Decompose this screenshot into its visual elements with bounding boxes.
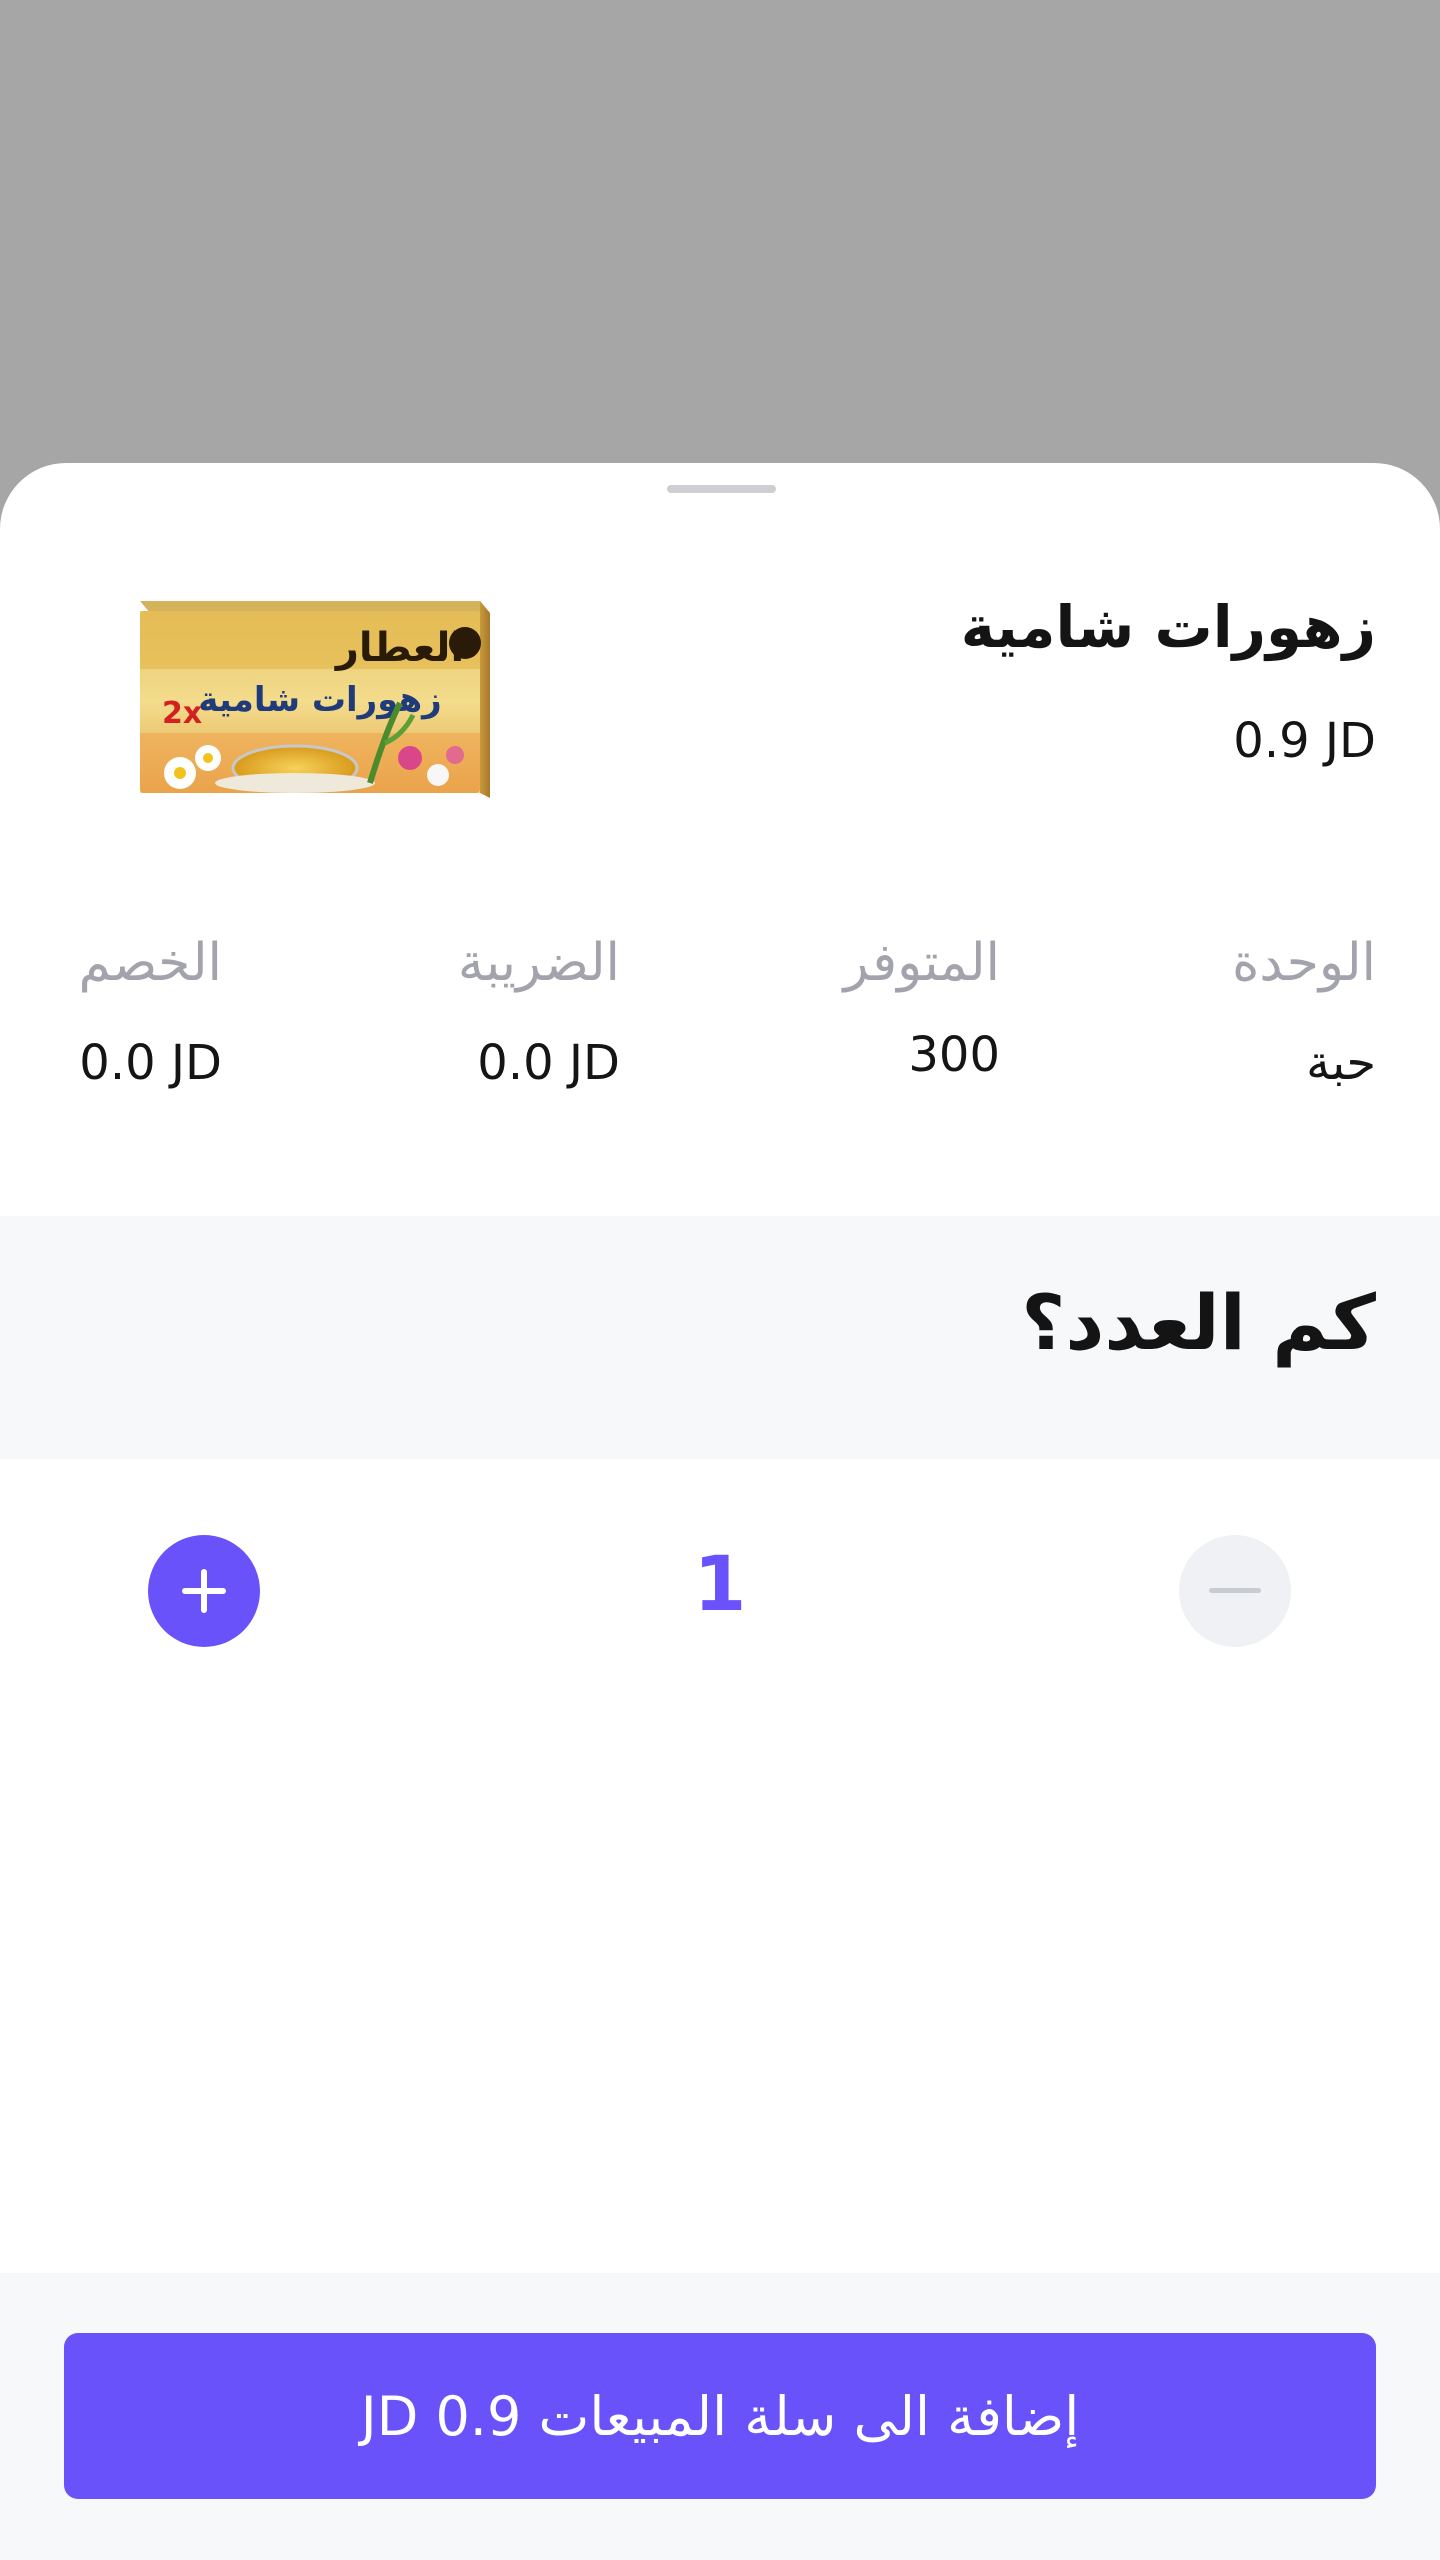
decrease-quantity-button[interactable] <box>1179 1535 1291 1647</box>
stat-discount-label: الخصم <box>78 933 222 993</box>
modal-scrim[interactable] <box>0 0 1440 470</box>
add-to-cart-button[interactable]: إضافة الى سلة المبيعات 0.9 JD <box>64 2333 1376 2499</box>
sheet-footer: إضافة الى سلة المبيعات 0.9 JD <box>0 2273 1440 2560</box>
product-image-title: زهورات شامية <box>198 680 441 720</box>
bottom-sheet: زهورات شامية 0.9 JD العطار زهورات شامية … <box>0 463 1440 2560</box>
stat-available: المتوفر 300 <box>844 933 1000 1083</box>
plus-icon <box>182 1569 226 1613</box>
product-price: 0.9 JD <box>1233 713 1376 769</box>
stat-available-value: 300 <box>908 1027 1000 1083</box>
product-image: العطار زهورات شامية 2x <box>70 583 570 833</box>
stat-discount-value: 0.0 JD <box>79 1035 222 1091</box>
stat-available-label: المتوفر <box>843 933 1000 993</box>
quantity-question: كم العدد؟ <box>1021 1278 1376 1367</box>
stat-discount: الخصم 0.0 JD <box>78 933 222 1091</box>
stat-unit-value: حبة <box>1306 1035 1376 1091</box>
product-name: زهورات شامية <box>960 593 1376 661</box>
quantity-stepper: 1 <box>0 1535 1440 1650</box>
stat-tax: الضريبة 0.0 JD <box>458 933 620 1091</box>
stat-tax-label: الضريبة <box>457 933 620 993</box>
sheet-drag-handle[interactable] <box>667 485 776 493</box>
increase-quantity-button[interactable] <box>148 1535 260 1647</box>
quantity-value: 1 <box>693 1539 747 1628</box>
quantity-header: كم العدد؟ <box>0 1216 1440 1459</box>
stat-unit: الوحدة حبة <box>1232 933 1376 1091</box>
stat-tax-value: 0.0 JD <box>477 1035 620 1091</box>
minus-icon <box>1209 1588 1261 1593</box>
stat-unit-label: الوحدة <box>1232 933 1376 993</box>
product-image-brand: العطار <box>334 625 464 671</box>
svg-text:2x: 2x <box>162 696 202 731</box>
product-stats: الوحدة حبة المتوفر 300 الضريبة 0.0 JD ال… <box>0 933 1440 1133</box>
